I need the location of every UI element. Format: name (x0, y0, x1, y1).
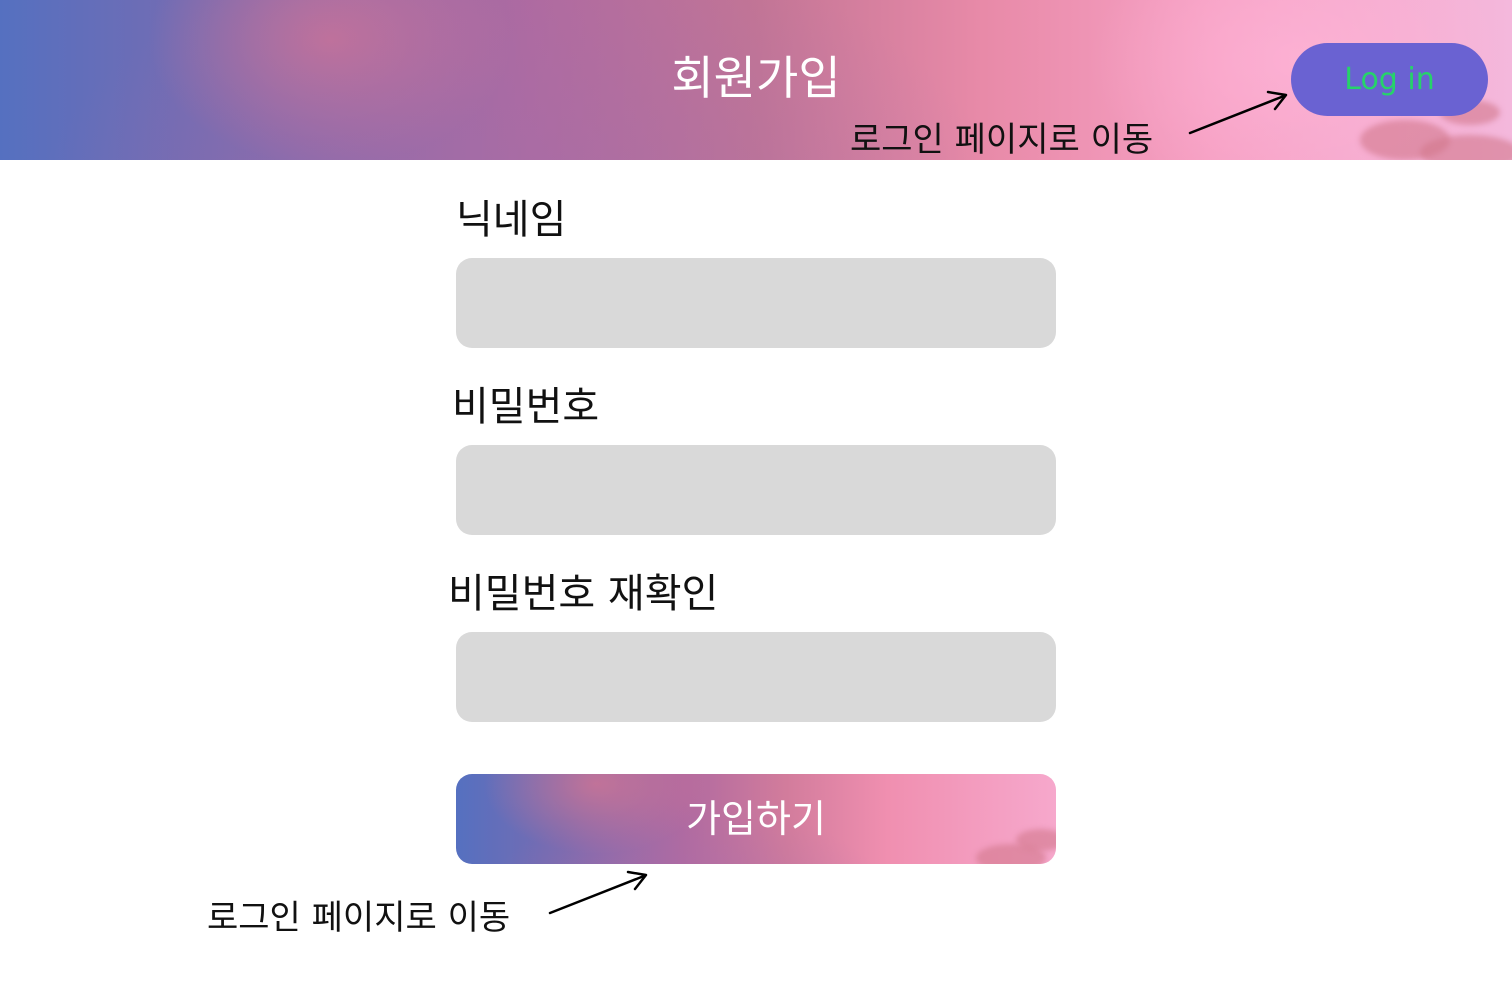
submit-annotation-text: 로그인 페이지로 이동 (207, 898, 511, 938)
password-label: 비밀번호 (452, 384, 600, 430)
header-banner: 회원가입 Log in (0, 0, 1512, 160)
password-input[interactable] (456, 445, 1056, 535)
nickname-label: 닉네임 (456, 197, 567, 243)
password-confirm-input[interactable] (456, 632, 1056, 722)
signup-button-label: 가입하기 (686, 797, 826, 841)
login-button[interactable]: Log in (1291, 43, 1488, 116)
page-title: 회원가입 (671, 51, 841, 105)
signup-page: 회원가입 Log in 로그인 페이지로 이동 닉네임 비밀번호 비밀번호 재확… (0, 0, 1512, 982)
signup-submit-button[interactable]: 가입하기 (456, 774, 1056, 864)
nickname-input[interactable] (456, 258, 1056, 348)
login-annotation-text: 로그인 페이지로 이동 (850, 120, 1154, 160)
password-confirm-label: 비밀번호 재확인 (448, 571, 719, 617)
